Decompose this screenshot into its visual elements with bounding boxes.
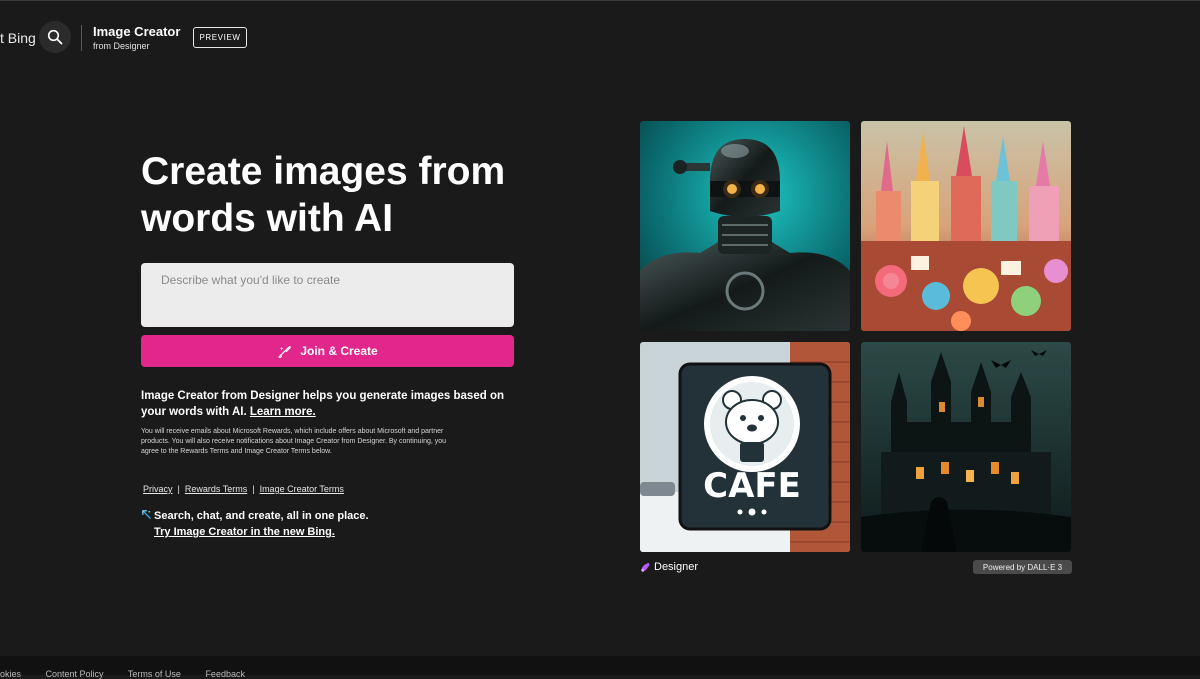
footer-link-cookies[interactable]: okies bbox=[0, 669, 21, 679]
preview-badge: PREVIEW bbox=[193, 27, 247, 48]
svg-text:CAFE: CAFE bbox=[703, 466, 801, 506]
join-create-label: Join & Create bbox=[300, 344, 378, 358]
rewards-terms-link[interactable]: Rewards Terms bbox=[185, 484, 247, 494]
footer-links: okies Content Policy Terms of Use Feedba… bbox=[0, 669, 267, 679]
hero-heading-line2: words with AI bbox=[141, 197, 394, 240]
description-body: Image Creator from Designer helps you ge… bbox=[141, 390, 504, 418]
fine-print: You will receive emails about Microsoft … bbox=[141, 428, 447, 455]
bing-brand-link[interactable]: t Bing bbox=[0, 30, 36, 46]
footer-link-content-policy[interactable]: Content Policy bbox=[46, 669, 104, 679]
gallery-image-candy-city[interactable] bbox=[861, 121, 1071, 331]
app-subtitle: from Designer bbox=[93, 41, 150, 51]
link-separator: | bbox=[252, 484, 255, 494]
description-text: Image Creator from Designer helps you ge… bbox=[141, 388, 511, 420]
magic-brush-icon bbox=[278, 345, 292, 358]
powered-by-badge: Powered by DALL·E 3 bbox=[973, 560, 1072, 574]
top-header: t Bing Image Creator from Designer PREVI… bbox=[0, 0, 1200, 75]
footer-link-terms-of-use[interactable]: Terms of Use bbox=[128, 669, 181, 679]
promo-text: Search, chat, and create, all in one pla… bbox=[154, 510, 369, 522]
haunted-castle-illustration bbox=[861, 342, 1071, 552]
image-creator-terms-link[interactable]: Image Creator Terms bbox=[260, 484, 344, 494]
candy-city-illustration bbox=[861, 121, 1071, 331]
gallery-image-robot[interactable] bbox=[640, 121, 850, 331]
designer-brand[interactable]: Designer bbox=[640, 561, 698, 573]
gallery-image-haunted-castle[interactable] bbox=[861, 342, 1071, 552]
app-title[interactable]: Image Creator bbox=[93, 24, 180, 39]
search-icon bbox=[47, 29, 63, 45]
hero-heading-line1: Create images from bbox=[141, 150, 506, 193]
designer-label: Designer bbox=[654, 561, 699, 573]
designer-logo-icon bbox=[641, 562, 650, 572]
sparkle-icon bbox=[142, 510, 151, 519]
privacy-link[interactable]: Privacy bbox=[143, 484, 173, 494]
join-create-button[interactable]: Join & Create bbox=[141, 335, 514, 367]
gallery-image-cafe-sign[interactable]: CAFE bbox=[640, 342, 850, 552]
footer: okies Content Policy Terms of Use Feedba… bbox=[0, 656, 1200, 679]
cafe-sign-illustration: CAFE bbox=[640, 342, 850, 552]
try-new-bing-link[interactable]: Try Image Creator in the new Bing. bbox=[154, 526, 335, 538]
search-button[interactable] bbox=[39, 21, 71, 53]
learn-more-link[interactable]: Learn more. bbox=[250, 406, 316, 418]
robot-illustration bbox=[640, 121, 850, 331]
hero-heading: Create images from words with AI bbox=[141, 148, 561, 242]
link-separator: | bbox=[177, 484, 180, 494]
header-divider bbox=[81, 25, 82, 51]
prompt-input[interactable] bbox=[141, 263, 514, 327]
footer-link-feedback[interactable]: Feedback bbox=[205, 669, 245, 679]
legal-links: Privacy | Rewards Terms | Image Creator Term… bbox=[143, 484, 344, 494]
